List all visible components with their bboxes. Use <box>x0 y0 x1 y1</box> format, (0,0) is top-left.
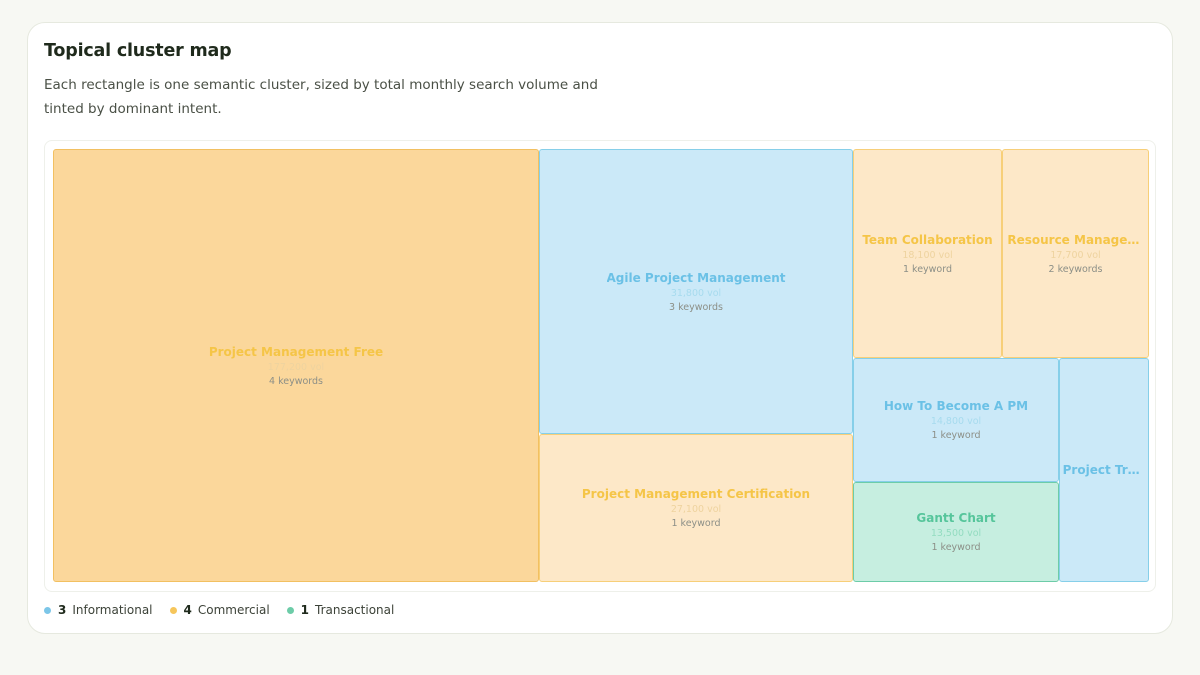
cluster-volume: 17,700 vol <box>1050 249 1101 261</box>
card-subtitle: Each rectangle is one semantic cluster, … <box>44 77 598 117</box>
treemap-plot-area: Project Management Free 177,200 vol 4 keyw… <box>44 140 1156 592</box>
cluster-tile[interactable]: Project Management Certification 27,100 v… <box>539 434 853 582</box>
cluster-name: Resource Management <box>1007 232 1143 247</box>
cluster-tile[interactable]: Team Collaboration 18,100 vol 1 keyword <box>853 149 1002 358</box>
cluster-keyword-count: 1 keyword <box>931 430 981 441</box>
cluster-name: Project Management Certification <box>581 487 811 501</box>
legend-count: 3 <box>58 603 67 617</box>
legend-dot-icon <box>169 606 177 614</box>
cluster-tile[interactable]: Project Management Free 177,200 vol 4 keyw… <box>53 149 539 582</box>
cluster-name: Team Collaboration <box>862 232 993 247</box>
cluster-name: Agile Project Management <box>606 270 786 285</box>
cluster-tile[interactable]: Project Trac… <box>1059 358 1149 582</box>
cluster-tile[interactable]: Resource Management 17,700 vol 2 keywords <box>1002 149 1149 358</box>
cluster-keyword-count: 1 keyword <box>671 518 721 529</box>
legend-item-transactional: 1 Transactional <box>286 603 395 617</box>
legend-dot-icon <box>44 606 51 614</box>
cluster-keyword-count: 3 keywords <box>669 301 723 313</box>
legend-item-informational: 3 Informational <box>44 603 153 617</box>
legend-dot-icon <box>286 606 294 614</box>
cluster-tile[interactable]: How To Become A PM 14,800 vol 1 keyword <box>853 358 1059 482</box>
cluster-volume: 31,800 vol <box>670 287 722 299</box>
cluster-keyword-count: 2 keywords <box>1048 263 1103 275</box>
cluster-tile[interactable]: Agile Project Management 31,800 vol 3 keyw… <box>539 149 853 434</box>
card-title: Topical cluster map <box>44 41 232 61</box>
cluster-volume: 27,100 vol <box>670 504 722 515</box>
cluster-volume: 13,500 vol <box>930 528 982 539</box>
cluster-tile[interactable]: Gantt Chart 13,500 vol 1 keyword <box>853 482 1059 582</box>
cluster-keyword-count: 4 keywords <box>269 375 323 387</box>
cluster-name: Gantt Chart <box>916 511 996 525</box>
cluster-volume: 18,100 vol <box>902 249 953 261</box>
cluster-keyword-count: 1 keyword <box>931 542 981 553</box>
cluster-keyword-count: 1 keyword <box>902 263 953 275</box>
legend-label: Informational <box>72 603 153 617</box>
cluster-name: Project Management Free <box>208 344 384 359</box>
cluster-name: Project Trac… <box>1062 463 1146 477</box>
legend-count: 1 <box>300 603 310 617</box>
cluster-volume: 177,200 vol <box>267 361 325 373</box>
cluster-name: How To Become A PM <box>883 399 1029 413</box>
legend-label: Transactional <box>315 603 395 617</box>
cluster-map-card: Topical cluster map Each rectangle is on… <box>27 22 1173 634</box>
legend-count: 4 <box>183 603 192 617</box>
legend-item-commercial: 4 Commercial <box>169 603 270 617</box>
intent-legend: 3 Informational 4 Commercial 1 Transactional <box>44 603 394 617</box>
legend-label: Commercial <box>197 603 270 617</box>
cluster-volume: 14,800 vol <box>930 416 982 427</box>
